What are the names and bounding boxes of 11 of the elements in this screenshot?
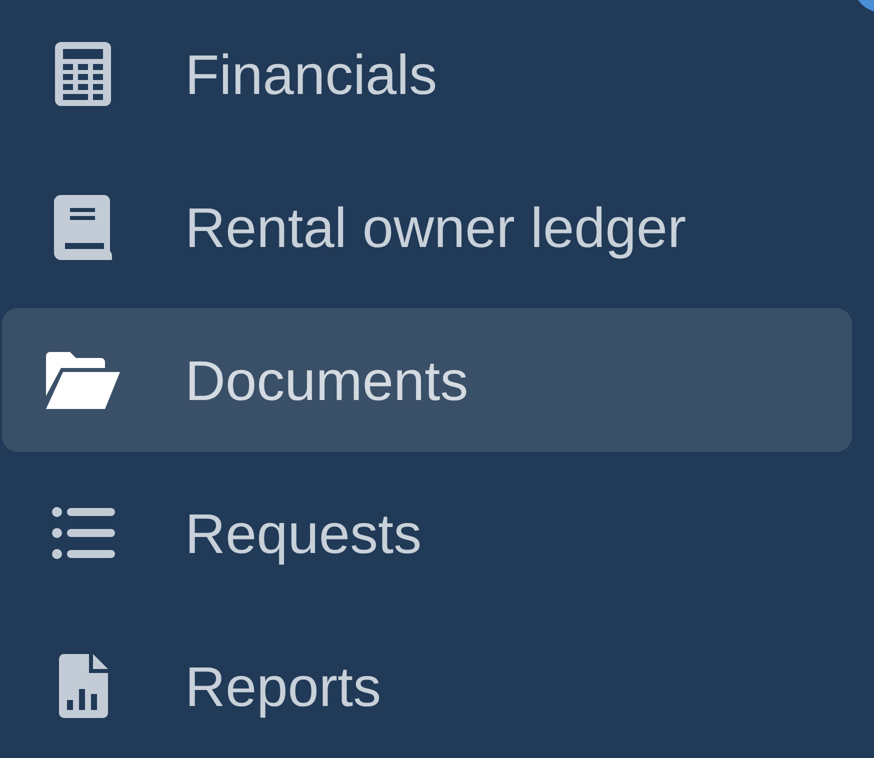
partial-circle-drawing <box>858 0 874 12</box>
book-icon <box>54 194 112 260</box>
sidebar-item[interactable]: Reports <box>2 614 852 758</box>
sidebar-item[interactable]: Requests <box>2 461 852 605</box>
open-folder-icon <box>46 352 120 408</box>
sidebar-item[interactable]: Documents <box>2 308 852 452</box>
sidebar-item[interactable]: Financials <box>2 2 852 146</box>
chart-file-icon <box>58 654 108 718</box>
list-icon <box>52 507 114 559</box>
calculator-icon <box>55 42 111 106</box>
sidebar-item[interactable]: Rental owner ledger <box>2 155 852 299</box>
